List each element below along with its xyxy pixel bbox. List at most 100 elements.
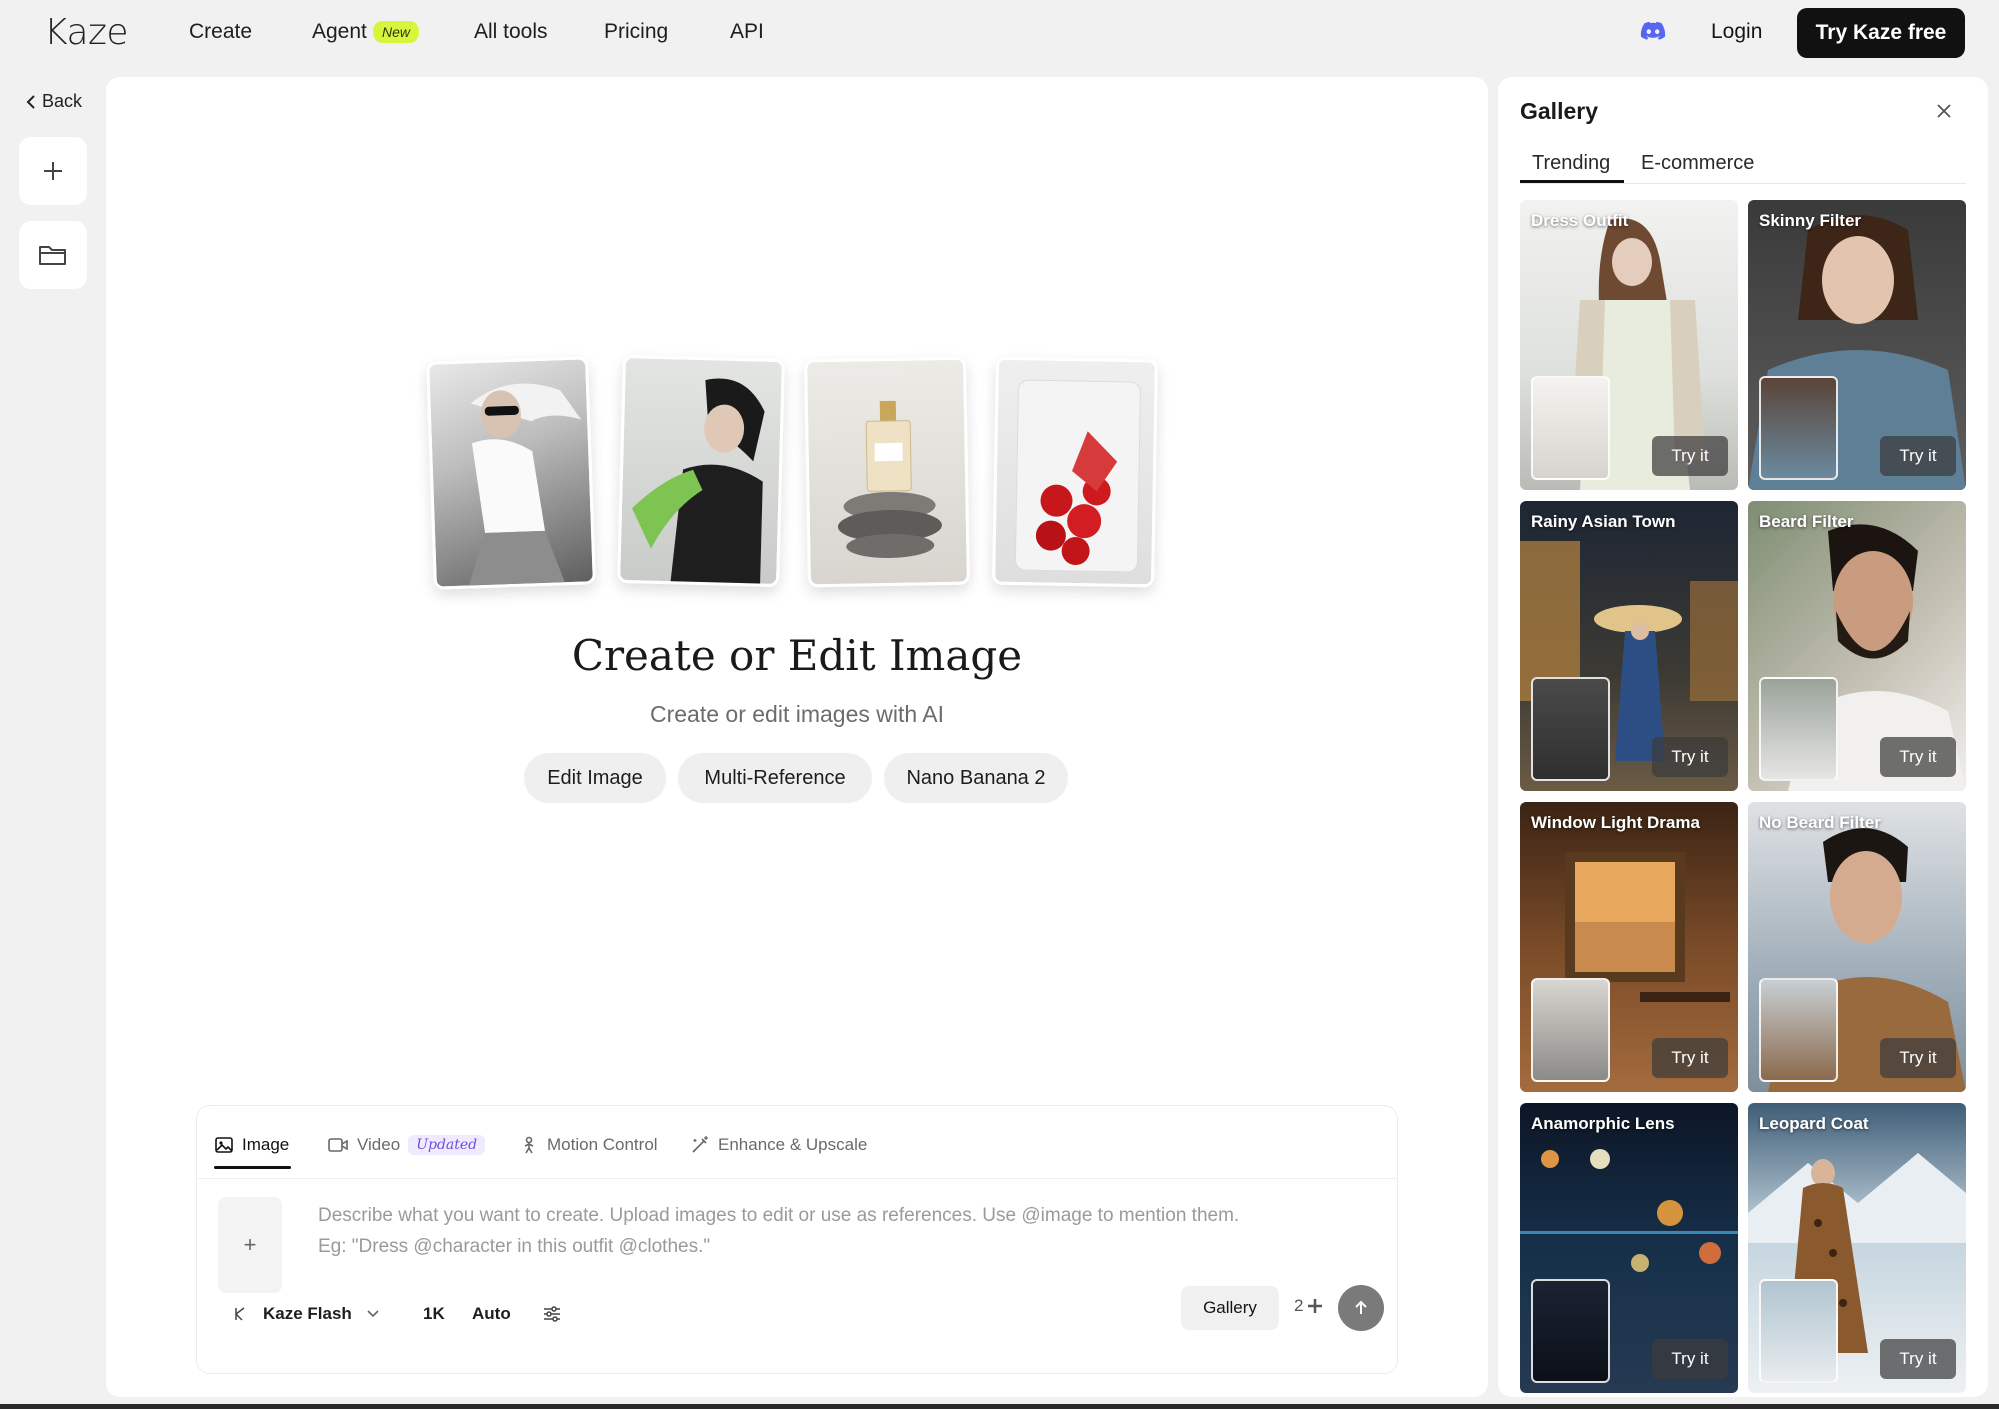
tab-enhance-upscale[interactable]: Enhance & Upscale bbox=[690, 1130, 867, 1160]
tab-image-label: Image bbox=[242, 1135, 290, 1154]
card-reference-thumbnail bbox=[1531, 1279, 1610, 1383]
card-title: Window Light Drama bbox=[1531, 813, 1700, 832]
tab-enhance-label: Enhance & Upscale bbox=[718, 1135, 868, 1154]
edit-image-pill[interactable]: Edit Image bbox=[524, 753, 666, 803]
prompt-composer: Image Video Updated Motion Control Enhan… bbox=[196, 1105, 1398, 1374]
chevron-left-icon bbox=[26, 94, 35, 109]
model-selector[interactable]: Kaze Flash bbox=[233, 1294, 380, 1334]
card-reference-thumbnail bbox=[1531, 978, 1610, 1082]
page-title: Create or Edit Image bbox=[571, 631, 1023, 680]
card-title: Dress Outfit bbox=[1531, 211, 1629, 230]
nav-create[interactable]: Create bbox=[189, 20, 252, 44]
new-badge: New bbox=[373, 21, 420, 43]
active-tab-indicator bbox=[214, 1166, 291, 1169]
nav-all-tools[interactable]: All tools bbox=[474, 20, 548, 44]
aspect-ratio-selector[interactable]: Auto bbox=[472, 1294, 511, 1334]
perfume-bottle-illustration bbox=[837, 400, 942, 558]
arrow-up-icon bbox=[1355, 1300, 1367, 1314]
window-bottom-edge bbox=[0, 1404, 1999, 1409]
gallery-card-leopard-coat[interactable]: Leopard Coat Try it bbox=[1748, 1103, 1966, 1393]
gallery-card-anamorphic-lens[interactable]: Anamorphic Lens Try it bbox=[1520, 1103, 1738, 1393]
card-title: Skinny Filter bbox=[1759, 211, 1862, 230]
resolution-selector[interactable]: 1K bbox=[423, 1294, 445, 1334]
gallery-tab-trending[interactable]: Trending bbox=[1532, 152, 1610, 175]
try-it-button[interactable]: Try it bbox=[1880, 436, 1956, 476]
card-title: Leopard Coat bbox=[1759, 1114, 1869, 1133]
sliders-icon bbox=[544, 1306, 560, 1322]
gallery-tab-divider bbox=[1520, 183, 1966, 184]
wand-icon bbox=[692, 1136, 708, 1153]
upload-image-button[interactable]: + bbox=[218, 1197, 282, 1293]
card-reference-thumbnail bbox=[1759, 978, 1838, 1082]
card-reference-thumbnail bbox=[1759, 1279, 1838, 1383]
image-icon bbox=[215, 1137, 233, 1153]
try-it-button[interactable]: Try it bbox=[1880, 1339, 1956, 1379]
green-glove-model-illustration bbox=[632, 378, 765, 588]
try-it-button[interactable]: Try it bbox=[1652, 1339, 1728, 1379]
gallery-panel: Gallery Trending E-commerce Dress Outfit… bbox=[1498, 77, 1988, 1397]
new-project-button[interactable] bbox=[19, 137, 87, 205]
card-title: Rainy Asian Town bbox=[1531, 512, 1676, 531]
discord-icon[interactable] bbox=[1640, 21, 1666, 41]
prompt-input[interactable]: Describe what you want to create. Upload… bbox=[318, 1200, 1368, 1262]
generation-count[interactable]: 2 bbox=[1294, 1296, 1323, 1316]
card-title: No Beard Filter bbox=[1759, 813, 1881, 832]
gallery-card-window-light-drama[interactable]: Window Light Drama Try it bbox=[1520, 802, 1738, 1092]
hero-sample-portrait bbox=[617, 354, 785, 588]
prompt-placeholder-line2: Eg: "Dress @character in this outfit @cl… bbox=[318, 1236, 711, 1257]
gallery-card-no-beard-filter[interactable]: No Beard Filter Try it bbox=[1748, 802, 1966, 1092]
close-icon[interactable] bbox=[1932, 99, 1956, 123]
motion-icon bbox=[524, 1136, 534, 1154]
tab-video[interactable]: Video Updated bbox=[327, 1130, 486, 1160]
page-subtitle: Create or edit images with AI bbox=[649, 701, 945, 727]
updated-badge: Updated bbox=[408, 1135, 486, 1155]
model-label: Kaze Flash bbox=[263, 1304, 352, 1323]
folder-icon bbox=[39, 246, 66, 265]
try-it-button[interactable]: Try it bbox=[1652, 737, 1728, 777]
submit-button[interactable] bbox=[1338, 1285, 1384, 1331]
open-folder-button[interactable] bbox=[19, 221, 87, 289]
gallery-card-rainy-asian-town[interactable]: Rainy Asian Town Try it bbox=[1520, 501, 1738, 791]
hero-sample-fashion bbox=[426, 356, 596, 590]
card-reference-thumbnail bbox=[1759, 677, 1838, 781]
gallery-active-tab-indicator bbox=[1520, 180, 1624, 183]
nav-api[interactable]: API bbox=[730, 20, 764, 44]
settings-button[interactable] bbox=[543, 1294, 561, 1334]
gallery-card-dress-outfit[interactable]: Dress Outfit Try it bbox=[1520, 200, 1738, 490]
try-it-button[interactable]: Try it bbox=[1880, 737, 1956, 777]
try-it-button[interactable]: Try it bbox=[1652, 436, 1728, 476]
kaze-model-icon bbox=[235, 1307, 245, 1321]
nano-banana-pill[interactable]: Nano Banana 2 bbox=[884, 753, 1068, 803]
prompt-placeholder-line1: Describe what you want to create. Upload… bbox=[318, 1205, 1240, 1226]
gallery-toggle-button[interactable]: Gallery bbox=[1181, 1286, 1279, 1330]
gallery-card-beard-filter[interactable]: Beard Filter Try it bbox=[1748, 501, 1966, 791]
tab-video-label: Video bbox=[357, 1135, 401, 1154]
top-navigation: Kaze Create Agent New All tools Pricing … bbox=[0, 0, 1999, 66]
generation-count-value: 2 bbox=[1294, 1296, 1304, 1315]
try-kaze-free-button[interactable]: Try Kaze free bbox=[1797, 8, 1965, 58]
card-title: Beard Filter bbox=[1759, 512, 1854, 531]
strawberries-illustration bbox=[1014, 379, 1141, 573]
gallery-tab-ecommerce[interactable]: E-commerce bbox=[1641, 152, 1754, 175]
composer-divider bbox=[197, 1178, 1397, 1179]
kaze-logo[interactable]: Kaze bbox=[44, 12, 129, 53]
back-button[interactable]: Back bbox=[26, 91, 82, 112]
hero-sample-strawberries bbox=[992, 356, 1158, 588]
hero-sample-perfume bbox=[804, 356, 970, 588]
try-it-button[interactable]: Try it bbox=[1880, 1038, 1956, 1078]
login-link[interactable]: Login bbox=[1711, 20, 1762, 44]
video-icon bbox=[328, 1138, 348, 1152]
card-reference-thumbnail bbox=[1531, 376, 1610, 480]
sparkle-icon bbox=[1308, 1299, 1323, 1313]
tab-image[interactable]: Image bbox=[214, 1130, 289, 1160]
card-reference-thumbnail bbox=[1531, 677, 1610, 781]
main-canvas: Create or Edit Image Create or edit imag… bbox=[106, 77, 1488, 1397]
back-label: Back bbox=[42, 91, 83, 111]
gallery-card-skinny-filter[interactable]: Skinny Filter Try it bbox=[1748, 200, 1966, 490]
tab-motion-control[interactable]: Motion Control bbox=[519, 1130, 658, 1160]
nav-pricing[interactable]: Pricing bbox=[604, 20, 668, 44]
multi-reference-pill[interactable]: Multi-Reference bbox=[678, 753, 872, 803]
nav-agent[interactable]: Agent bbox=[312, 20, 367, 44]
gallery-title: Gallery bbox=[1520, 98, 1598, 124]
try-it-button[interactable]: Try it bbox=[1652, 1038, 1728, 1078]
